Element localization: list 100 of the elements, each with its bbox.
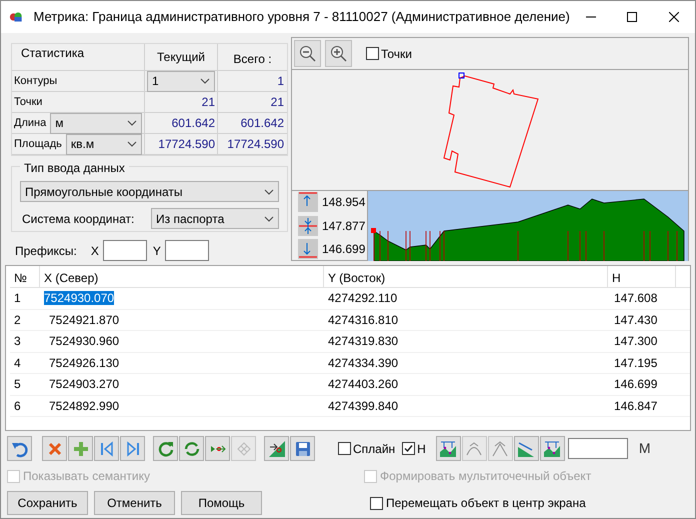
slope-icon [517,440,536,458]
table-cell-text: 6 [13,398,22,415]
table-cell-text: 2 [13,312,22,329]
check-icon [404,444,414,453]
caret-icon [264,188,274,194]
column-header: № [10,266,40,287]
min-height-icon [298,239,318,259]
coordinate-system-dropdown[interactable]: Из паспорта [151,208,279,229]
profile-icon [439,440,458,458]
column-header: Всего : [218,44,287,71]
height-value: 148.954 [322,194,366,211]
toolbar-button[interactable] [540,436,565,461]
caret-icon [127,120,137,126]
table-cell-text: 1 [13,290,22,308]
field-label: Система координат: [21,210,136,228]
save-icon [294,440,312,458]
table-cell-text: 4274292.110 [327,290,398,308]
table-cell[interactable]: 7524930.070 [44,291,114,306]
refresh-icon [156,440,174,458]
caret-icon [200,78,210,84]
toolbar-button[interactable] [94,436,119,461]
toolbar-button[interactable] [153,436,178,461]
table-cell-text: 4274319.830 [327,333,400,350]
grid-icon [234,440,252,458]
toolbar-button[interactable] [120,436,145,461]
toolbar-button[interactable] [264,436,289,461]
table-cell-text: 147.608 [613,290,658,308]
app-icon [9,10,24,24]
zoom-in-icon [330,44,348,62]
column-header: X (Север) [40,266,324,287]
table-cell[interactable]: 7524903.270 [49,377,120,392]
checkbox-label: Сплайн [353,440,396,458]
zoom-out-icon [298,44,316,62]
checkbox[interactable] [366,47,379,60]
input-type-dropdown[interactable]: Прямоугольные координаты [20,181,279,202]
total-value: 1 [277,73,284,90]
dialog-button[interactable]: Отменить [94,491,175,515]
group-title: Статистика [12,44,145,71]
checkbox[interactable] [338,442,351,455]
toolbar-button[interactable] [179,436,204,461]
caret-icon [127,141,137,147]
column-header: H [608,266,676,287]
checkbox-label: Формировать мультиточечный объект [380,468,592,485]
angle-icon [491,440,510,458]
table-cell-text: 5 [13,376,22,394]
toolbar-button[interactable] [42,436,67,461]
toolbar-button[interactable] [7,436,32,461]
table-cell-text: 146.847 [613,398,658,415]
input-field[interactable] [164,240,209,261]
table-cell[interactable]: 7524930.960 [49,334,120,348]
split-icon [268,440,286,458]
row-label: Длина [14,116,46,131]
caret-icon [264,216,274,222]
height-value: 147.877 [322,218,366,234]
column-header: Y (Восток) [324,266,608,287]
window-title: Метрика: Граница административного уровня 7 - 81110027 (Административное деление) [34,8,570,26]
checkbox-label: Перемещать объект в центр экрана [386,495,586,512]
reverse-icon [182,440,200,458]
contour-dropdown[interactable]: 1 [147,70,215,92]
field-label: Y [152,242,161,260]
field-label: X [90,242,99,260]
dialog-button[interactable]: Сохранить [7,491,88,515]
field-label: Префиксы: [15,242,77,260]
total-value: 601.642 [240,115,284,132]
zoom-in-button[interactable] [325,40,352,67]
input-field[interactable] [568,438,628,459]
checkbox-label: Точки [381,46,412,62]
unit-dropdown[interactable]: кв.м [66,134,142,154]
mid-height-icon [298,216,318,236]
unit-dropdown[interactable]: м [50,112,142,134]
max-height-icon [298,192,318,212]
unit-label: М [638,439,651,458]
table-cell-text: 4 [13,354,22,372]
zoom-out-button[interactable] [294,40,321,67]
table-cell[interactable]: 7524921.870 [49,312,120,327]
table-cell[interactable]: 7524892.990 [49,398,120,413]
table-cell-text: 4274334.390 [327,354,400,372]
row-label: Точки [14,94,44,110]
table-cell-text: 147.195 [613,354,658,372]
peak-icon [543,440,562,458]
table-cell-text: 4274403.260 [327,376,400,394]
table-cell-text: 147.430 [613,312,658,329]
toolbar-button[interactable] [514,436,539,461]
checkbox-label: Показывать семантику [23,468,150,485]
dialog-button[interactable]: Помощь [181,491,262,515]
table-cell[interactable]: 7524926.130 [49,356,120,370]
table-cell-text: 4274399.840 [327,398,400,415]
table-cell-text: 147.300 [613,333,658,350]
table-cell-text: 4274316.810 [327,312,400,329]
arc-icon [465,440,484,458]
toolbar-button[interactable] [290,436,315,461]
checkbox[interactable] [370,496,383,510]
table-cell-text: 3 [13,333,22,350]
toolbar-button[interactable] [205,436,230,461]
checkbox[interactable] [402,442,416,455]
toolbar-button[interactable] [436,436,461,461]
row-label: Площадь [14,136,62,152]
input-field[interactable] [102,240,147,261]
table-cell-text: 146.699 [613,376,658,394]
checkbox-label: H [417,440,426,458]
